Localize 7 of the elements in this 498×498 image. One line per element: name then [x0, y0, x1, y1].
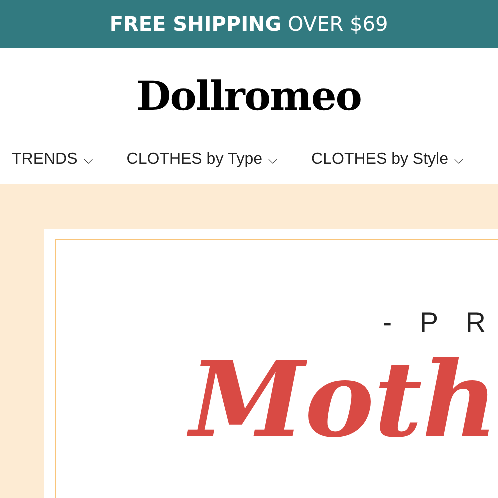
- shipping-text: FREE SHIPPING OVER $69: [110, 11, 388, 38]
- nav-item[interactable]: CLOTHES by Type ⌵: [126, 148, 278, 172]
- nav-item[interactable]: CLOTHES by Style ⌵: [312, 148, 464, 172]
- banner-headline: Moth: [190, 348, 498, 452]
- nav-item[interactable]: TRENDS ⌵: [12, 148, 93, 172]
- logo[interactable]: Dollromeo: [136, 77, 362, 117]
- banner-kicker: - P R: [382, 306, 496, 340]
